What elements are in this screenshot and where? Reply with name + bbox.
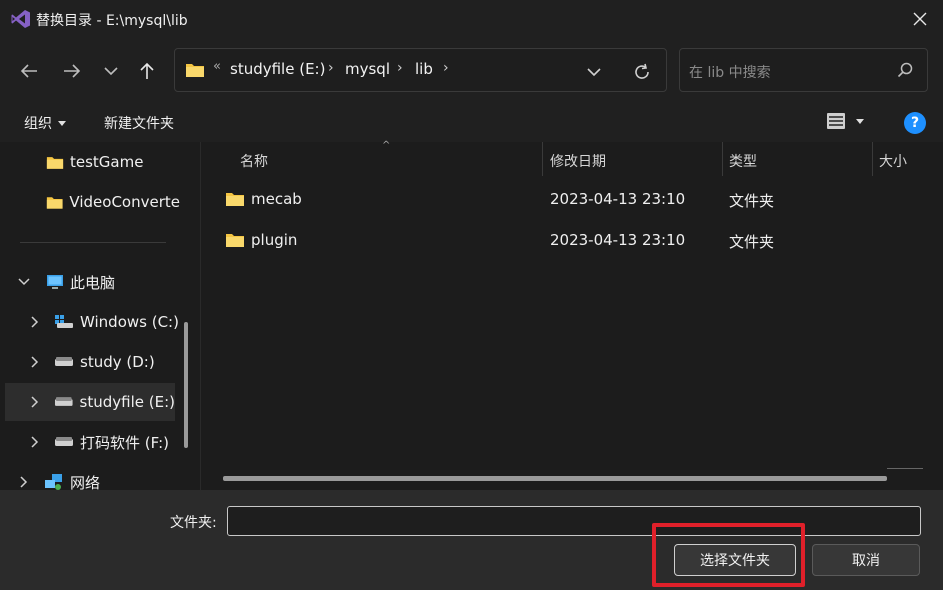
sidebar-item-drive-f[interactable]: 打码软件 (F:) [0, 423, 180, 461]
folder-icon [46, 196, 63, 209]
sidebar-item-windows-c[interactable]: Windows (C:) [0, 303, 180, 341]
sidebar-item-label: Windows (C:) [80, 313, 179, 331]
file-modified: 2023-04-13 23:10 [550, 190, 686, 208]
horizontal-scrollbar[interactable] [223, 476, 887, 481]
breadcrumb-mysql[interactable]: mysql [345, 60, 390, 78]
recent-locations-chevron-icon[interactable] [96, 56, 126, 86]
cancel-button[interactable]: 取消 [812, 544, 920, 576]
window-title: 替换目录 - E:\mysql\lib [36, 13, 188, 29]
navigation-pane: testGame VideoConverte 此电脑 Windows (C:) … [0, 142, 196, 490]
sidebar-scrollbar[interactable] [184, 322, 188, 448]
chevron-right-icon[interactable] [28, 355, 42, 369]
command-toolbar: 组织 新建文件夹 ? [0, 104, 943, 142]
search-icon[interactable] [897, 62, 913, 78]
sidebar-item-label: 网络 [70, 473, 101, 491]
view-options-button[interactable] [826, 111, 864, 131]
column-divider[interactable] [542, 142, 543, 176]
computer-icon [47, 275, 63, 289]
breadcrumb-studyfile[interactable]: studyfile (E:) [230, 60, 325, 78]
navigation-bar: « studyfile (E:) › mysql › lib › 在 lib 中… [0, 38, 943, 104]
back-arrow-icon[interactable] [14, 56, 44, 86]
windows-drive-icon [55, 315, 73, 328]
chevron-down-icon[interactable] [17, 275, 31, 289]
column-header-modified[interactable]: 修改日期 [550, 146, 606, 176]
column-divider[interactable] [872, 142, 873, 176]
help-icon[interactable]: ? [904, 112, 926, 134]
drive-icon [55, 357, 73, 366]
drive-icon [54, 397, 73, 406]
file-type: 文件夹 [729, 233, 775, 251]
column-header-size[interactable]: 大小 [879, 146, 907, 176]
sidebar-item-testgame[interactable]: testGame [0, 143, 180, 181]
address-bar[interactable]: « studyfile (E:) › mysql › lib › [174, 48, 667, 92]
select-folder-button[interactable]: 选择文件夹 [674, 544, 796, 576]
dialog-footer: 文件夹: 选择文件夹 取消 [0, 490, 943, 590]
sidebar-item-label: 此电脑 [70, 273, 116, 292]
sidebar-item-videoconverter[interactable]: VideoConverte [0, 183, 180, 221]
column-header-name[interactable]: 名称 [240, 146, 268, 176]
caret-down-icon [856, 118, 864, 124]
breadcrumb-separator-icon[interactable]: › [443, 60, 449, 76]
new-folder-button[interactable]: 新建文件夹 [104, 113, 174, 133]
details-view-icon [827, 113, 845, 129]
up-arrow-icon[interactable] [132, 56, 162, 86]
search-input[interactable]: 在 lib 中搜索 [679, 48, 928, 92]
address-dropdown-chevron-icon[interactable] [583, 61, 605, 83]
chevron-right-icon[interactable] [28, 435, 42, 449]
file-row-plugin[interactable]: plugin 2023-04-13 23:10 文件夹 [201, 222, 943, 260]
breadcrumb-separator-icon[interactable]: › [397, 60, 403, 76]
chevron-right-icon[interactable] [28, 395, 42, 409]
file-row-mecab[interactable]: mecab 2023-04-13 23:10 文件夹 [201, 181, 943, 219]
sidebar-item-label: study (D:) [80, 353, 155, 371]
column-divider[interactable] [722, 142, 723, 176]
close-icon[interactable] [905, 4, 935, 34]
file-name: mecab [251, 190, 302, 208]
file-modified: 2023-04-13 23:10 [550, 231, 686, 249]
sidebar-item-label: VideoConverte [69, 193, 180, 211]
breadcrumb-overflow[interactable]: « [213, 59, 221, 74]
file-type: 文件夹 [729, 192, 775, 210]
breadcrumb-lib[interactable]: lib [415, 60, 433, 78]
sidebar-item-study-d[interactable]: study (D:) [0, 343, 180, 381]
caret-down-icon [58, 120, 66, 126]
sort-ascending-icon: ^ [382, 140, 391, 151]
chevron-right-icon[interactable] [28, 315, 42, 329]
folder-icon [226, 234, 244, 247]
breadcrumb-separator-icon[interactable]: › [328, 60, 334, 76]
folder-icon [185, 62, 205, 78]
column-header-type[interactable]: 类型 [729, 146, 757, 176]
network-icon [45, 474, 62, 490]
sidebar-item-label: testGame [70, 153, 144, 171]
sidebar-item-studyfile-e[interactable]: studyfile (E:) [5, 383, 175, 421]
visual-studio-icon [10, 8, 32, 30]
organize-label: 组织 [24, 116, 52, 132]
organize-button[interactable]: 组织 [24, 113, 66, 133]
folder-icon [226, 193, 244, 206]
sidebar-item-label: studyfile (E:) [79, 393, 175, 411]
search-placeholder: 在 lib 中搜索 [689, 65, 771, 81]
sidebar-item-network[interactable]: 网络 [0, 463, 180, 490]
sidebar-item-label: 打码软件 (F:) [80, 433, 169, 452]
drive-icon [55, 437, 73, 446]
folder-field-label: 文件夹: [170, 515, 217, 531]
folder-name-input[interactable] [227, 506, 921, 536]
file-name: plugin [251, 231, 298, 249]
refresh-icon[interactable] [630, 60, 654, 84]
sidebar-divider [20, 242, 166, 243]
sidebar-item-this-pc[interactable]: 此电脑 [0, 263, 180, 301]
title-bar: 替换目录 - E:\mysql\lib [0, 0, 943, 38]
folder-icon [46, 156, 64, 169]
forward-arrow-icon[interactable] [57, 56, 87, 86]
scrollbar-track-end [887, 468, 923, 469]
file-list: ^ 名称 修改日期 类型 大小 mecab 2023-04-13 23:10 文… [200, 140, 943, 490]
chevron-right-icon[interactable] [17, 475, 31, 489]
